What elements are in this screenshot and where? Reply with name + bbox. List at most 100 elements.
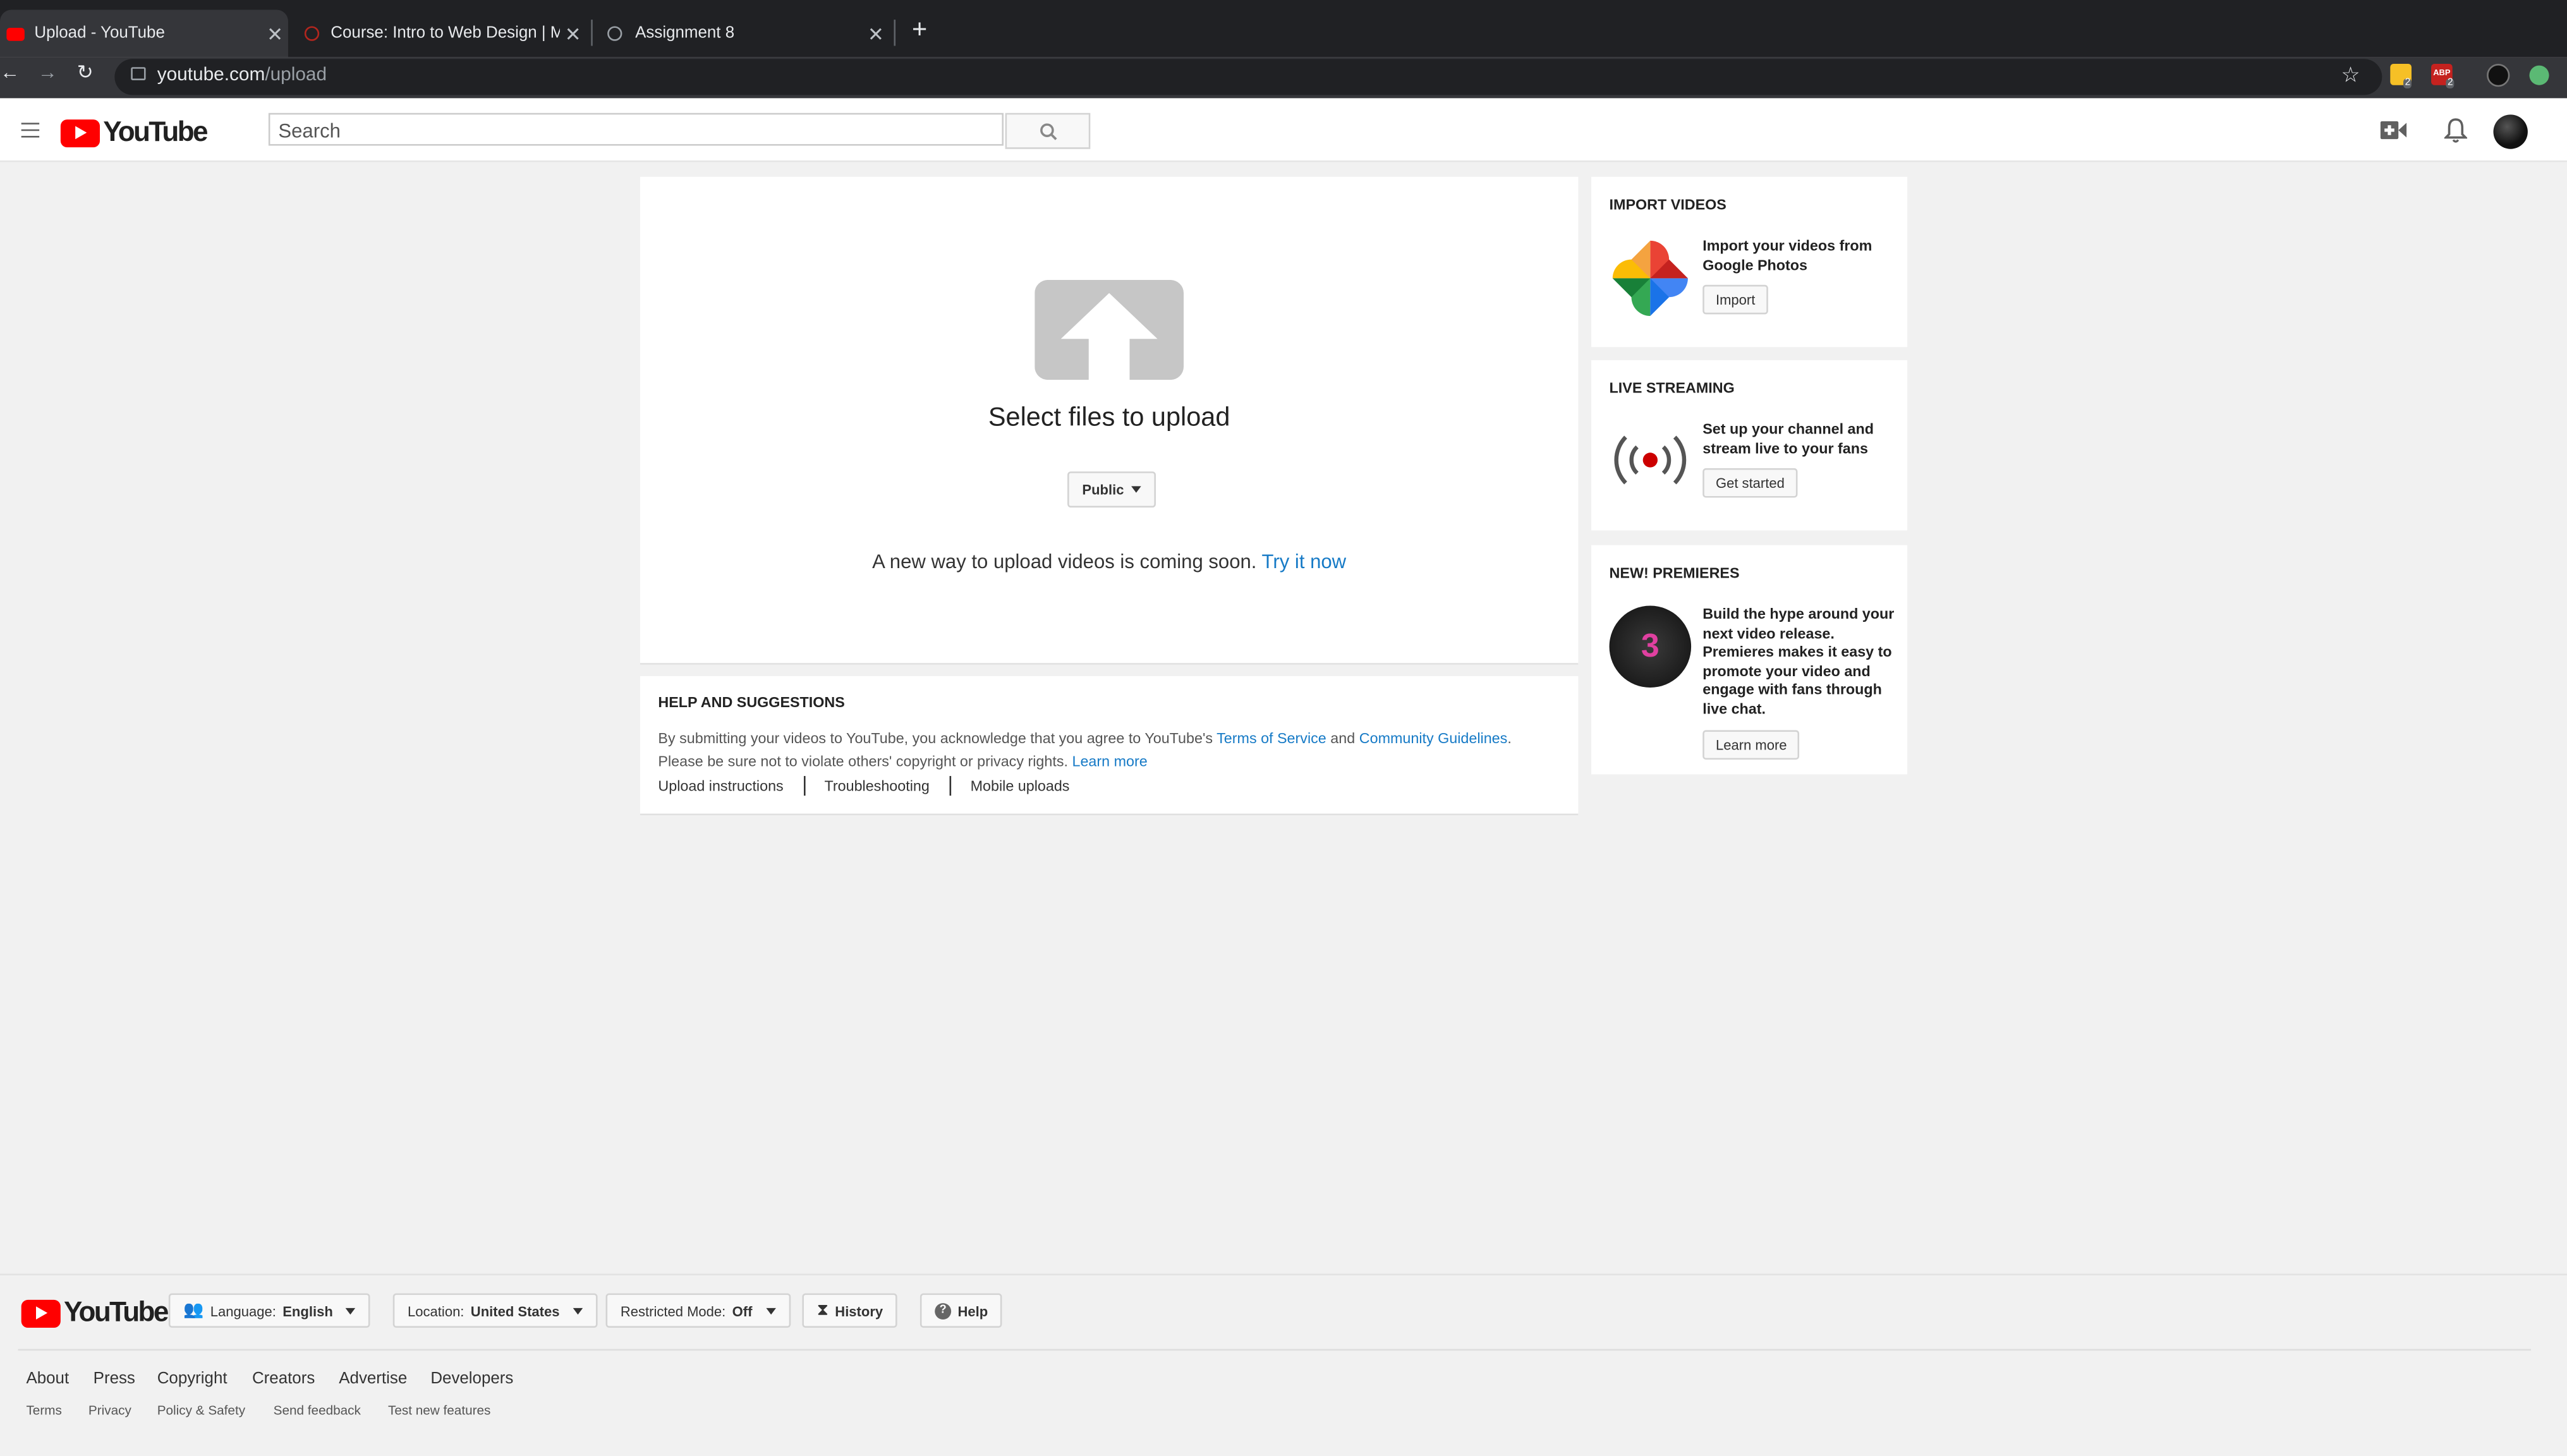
sync-extension-icon[interactable]: [2529, 65, 2549, 85]
live-streaming-card: LIVE STREAMING Set up your channel and s…: [1591, 360, 1908, 531]
history-label: History: [835, 1302, 883, 1319]
tab-title: Assignment 8: [635, 24, 735, 43]
restricted-mode-button[interactable]: Restricted Mode: Off: [605, 1293, 791, 1328]
upload-arrow-icon[interactable]: [1035, 279, 1184, 380]
history-button[interactable]: ⧗ History: [802, 1293, 898, 1328]
help-button[interactable]: ? Help: [919, 1293, 1003, 1328]
location-label: Location:: [408, 1302, 464, 1319]
search-icon: [1039, 123, 1057, 140]
youtube-logo[interactable]: YouTube: [60, 116, 209, 149]
search-button[interactable]: [1005, 112, 1091, 149]
hourglass-icon: ⧗: [816, 1301, 828, 1320]
tab-separator: [591, 20, 593, 46]
help-text-line: Please be sure not to violate others' co…: [658, 753, 1068, 770]
footer-link-test-new-features[interactable]: Test new features: [388, 1403, 490, 1417]
help-text-and: and: [1330, 730, 1356, 747]
new-tab-button[interactable]: +: [912, 16, 927, 46]
hamburger-menu-icon[interactable]: [21, 123, 40, 142]
notifications-bell-icon[interactable]: [2444, 118, 2468, 144]
help-panel: HELP AND SUGGESTIONS By submitting your …: [640, 676, 1579, 816]
globe-icon: [607, 26, 622, 41]
footer-logo-text: YouTube: [64, 1296, 169, 1328]
language-picker-button[interactable]: 👥 Language: English: [168, 1293, 371, 1328]
terms-of-service-link[interactable]: Terms of Service: [1217, 730, 1326, 746]
address-bar[interactable]: [114, 59, 2382, 95]
footer: [0, 1273, 2567, 1452]
language-people-icon: 👥: [183, 1301, 204, 1320]
close-tab-icon[interactable]: ✕: [262, 22, 288, 45]
premieres-countdown-icon: 3: [1609, 605, 1692, 688]
get-started-button[interactable]: Get started: [1702, 468, 1798, 498]
search-input[interactable]: Search: [268, 112, 1004, 146]
link-divider: [949, 775, 951, 796]
restricted-label: Restricted Mode:: [620, 1302, 726, 1319]
footer-divider: [18, 1349, 2532, 1351]
back-arrow-icon[interactable]: ←: [0, 61, 20, 83]
help-links: Upload instructions Troubleshooting Mobi…: [658, 775, 1070, 796]
restricted-value: Off: [732, 1302, 753, 1319]
youtube-play-icon: [60, 118, 100, 147]
mobile-uploads-link[interactable]: Mobile uploads: [971, 778, 1070, 794]
chevron-down-icon: [765, 1307, 775, 1314]
footer-link-creators[interactable]: Creators: [252, 1370, 315, 1388]
learn-more-link[interactable]: Learn more: [1072, 753, 1147, 770]
create-video-icon[interactable]: [2380, 121, 2407, 140]
try-it-now-link[interactable]: Try it now: [1262, 550, 1347, 573]
chevron-down-icon: [573, 1307, 583, 1314]
select-files-title[interactable]: Select files to upload: [640, 404, 1578, 434]
import-heading: IMPORT VIDEOS: [1609, 196, 1727, 213]
forward-arrow-icon[interactable]: →: [38, 61, 58, 83]
lock-icon: [131, 67, 146, 80]
youtube-play-icon: [21, 1299, 61, 1327]
upload-instructions-link[interactable]: Upload instructions: [658, 778, 783, 794]
community-guidelines-link[interactable]: Community Guidelines: [1359, 730, 1508, 746]
help-label: Help: [957, 1302, 988, 1319]
tab-upload-youtube[interactable]: Upload - YouTube ✕: [0, 9, 288, 58]
premieres-card: NEW! PREMIERES 3 Build the hype around y…: [1591, 545, 1908, 775]
youtube-favicon-icon: [6, 27, 25, 40]
course-favicon-icon: [304, 26, 320, 41]
footer-link-send-feedback[interactable]: Send feedback: [274, 1403, 361, 1417]
privacy-value: Public: [1082, 481, 1124, 498]
bookmark-star-icon[interactable]: ☆: [2341, 62, 2360, 88]
footer-link-copyright[interactable]: Copyright: [157, 1370, 228, 1388]
help-heading: HELP AND SUGGESTIONS: [658, 694, 845, 711]
upload-notice: A new way to upload videos is coming soo…: [640, 550, 1578, 573]
location-value: United States: [470, 1302, 560, 1319]
account-avatar[interactable]: [2493, 114, 2528, 149]
footer-link-press[interactable]: Press: [94, 1370, 135, 1388]
link-divider: [803, 775, 805, 796]
footer-link-developers[interactable]: Developers: [430, 1370, 513, 1388]
premieres-description: Build the hype around your next video re…: [1702, 605, 1895, 717]
tab-course[interactable]: Course: Intro to Web Design | M ✕: [304, 10, 586, 58]
extension-badge: 2: [2403, 78, 2412, 88]
close-tab-icon[interactable]: ✕: [560, 22, 586, 45]
troubleshooting-link[interactable]: Troubleshooting: [824, 778, 929, 794]
language-value: English: [282, 1302, 333, 1319]
close-tab-icon[interactable]: ✕: [863, 22, 889, 45]
help-text-line: By submitting your videos to YouTube, yo…: [658, 730, 1213, 747]
privacy-dropdown[interactable]: Public: [1067, 471, 1155, 508]
premieres-learn-more-button[interactable]: Learn more: [1702, 730, 1800, 760]
import-button[interactable]: Import: [1702, 284, 1769, 315]
import-description: Import your videos from Google Photos: [1702, 237, 1872, 273]
language-label: Language:: [210, 1302, 276, 1319]
footer-link-privacy[interactable]: Privacy: [88, 1403, 131, 1417]
footer-link-terms[interactable]: Terms: [26, 1403, 61, 1417]
chevron-down-icon: [346, 1307, 356, 1314]
footer-link-advertise[interactable]: Advertise: [339, 1370, 407, 1388]
footer-link-policy-safety[interactable]: Policy & Safety: [157, 1403, 245, 1417]
tab-title: Course: Intro to Web Design | M: [331, 24, 560, 43]
logo-text: YouTube: [103, 116, 208, 148]
reload-icon[interactable]: ↻: [77, 61, 94, 83]
url-text[interactable]: youtube.com/upload: [157, 66, 327, 85]
location-picker-button[interactable]: Location: United States: [392, 1293, 598, 1328]
tab-assignment[interactable]: Assignment 8 ✕: [607, 10, 889, 58]
help-text-period: .: [1507, 730, 1512, 747]
footer-youtube-logo[interactable]: YouTube: [21, 1296, 169, 1330]
footer-link-about[interactable]: About: [26, 1370, 69, 1388]
upload-panel[interactable]: Select files to upload Public A new way …: [640, 176, 1579, 665]
countdown-number: 3: [1641, 628, 1660, 664]
help-text: By submitting your videos to YouTube, yo…: [658, 727, 1567, 773]
profile-avatar-icon[interactable]: [2487, 64, 2510, 87]
